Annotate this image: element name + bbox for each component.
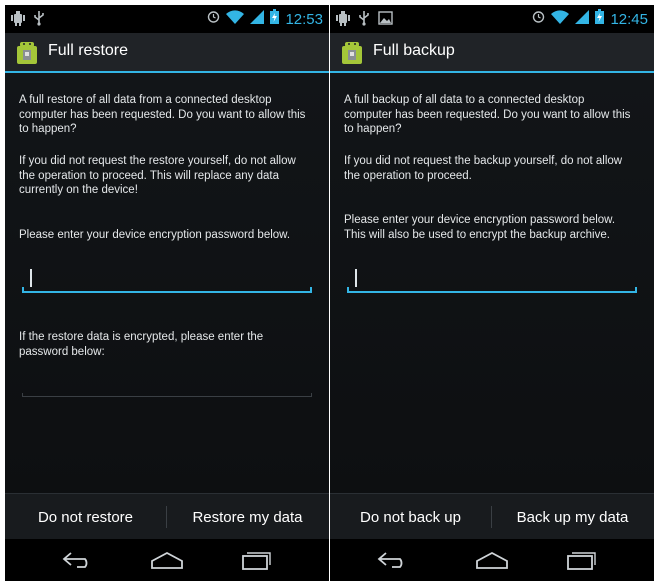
dialog-content: A full backup of all data to a connected… <box>330 73 654 493</box>
action-bar: Full restore <box>5 33 329 73</box>
recent-apps-icon[interactable] <box>231 545 281 575</box>
alarm-icon <box>207 10 220 28</box>
page-title: Full restore <box>48 42 129 59</box>
button-bar: Do not back up Back up my data <box>330 493 654 540</box>
action-bar: Full backup <box>330 33 654 73</box>
device-password-field[interactable] <box>347 269 637 293</box>
device-password-prompt: Please enter your device encryption pass… <box>344 214 616 241</box>
do-not-restore-button[interactable]: Do not restore <box>5 494 166 540</box>
status-time: 12:53 <box>285 10 323 28</box>
page-title: Full backup <box>373 42 455 59</box>
image-icon <box>378 11 393 30</box>
text-cursor <box>355 269 357 287</box>
restore-request-text: A full restore of all data from a connec… <box>19 94 306 135</box>
status-time: 12:45 <box>610 10 648 28</box>
restore-warning-text: If you did not request the restore yours… <box>19 155 296 196</box>
back-up-my-data-button[interactable]: Back up my data <box>492 494 653 540</box>
wifi-icon <box>226 9 245 29</box>
recent-apps-icon[interactable] <box>556 545 606 575</box>
android-app-icon <box>339 38 365 66</box>
usb-debugging-icon <box>11 10 25 31</box>
backup-request-text: A full backup of all data to a connected… <box>344 94 631 135</box>
android-app-icon <box>14 38 40 66</box>
wifi-icon <box>551 9 570 29</box>
nav-bar <box>5 539 329 581</box>
usb-debugging-icon <box>336 10 350 31</box>
battery-icon <box>595 9 605 29</box>
dialog-content: A full restore of all data from a connec… <box>5 73 329 493</box>
text-cursor <box>30 269 32 287</box>
battery-icon <box>270 9 280 29</box>
usb-icon <box>33 10 45 31</box>
device-password-prompt: Please enter your device encryption pass… <box>19 229 291 241</box>
status-bar: 12:45 <box>330 5 654 33</box>
device-password-field[interactable] <box>22 269 312 293</box>
button-bar: Do not restore Restore my data <box>5 493 329 540</box>
full-restore-screen: 12:53 Full restore A full restore of all… <box>5 5 329 581</box>
home-icon[interactable] <box>142 545 192 575</box>
home-icon[interactable] <box>467 545 517 575</box>
restore-my-data-button[interactable]: Restore my data <box>167 494 328 540</box>
restore-password-prompt: If the restore data is encrypted, please… <box>19 331 264 358</box>
alarm-icon <box>532 10 545 28</box>
restore-password-field[interactable] <box>22 373 312 397</box>
nav-bar <box>330 539 654 581</box>
full-backup-screen: 12:45 Full backup A full backup of all d… <box>330 5 654 581</box>
status-bar: 12:53 <box>5 5 329 33</box>
do-not-back-up-button[interactable]: Do not back up <box>330 494 491 540</box>
back-icon[interactable] <box>368 545 418 575</box>
backup-warning-text: If you did not request the backup yourse… <box>344 155 623 182</box>
signal-icon <box>575 9 590 29</box>
signal-icon <box>250 9 265 29</box>
back-icon[interactable] <box>53 545 103 575</box>
usb-icon <box>358 10 370 31</box>
